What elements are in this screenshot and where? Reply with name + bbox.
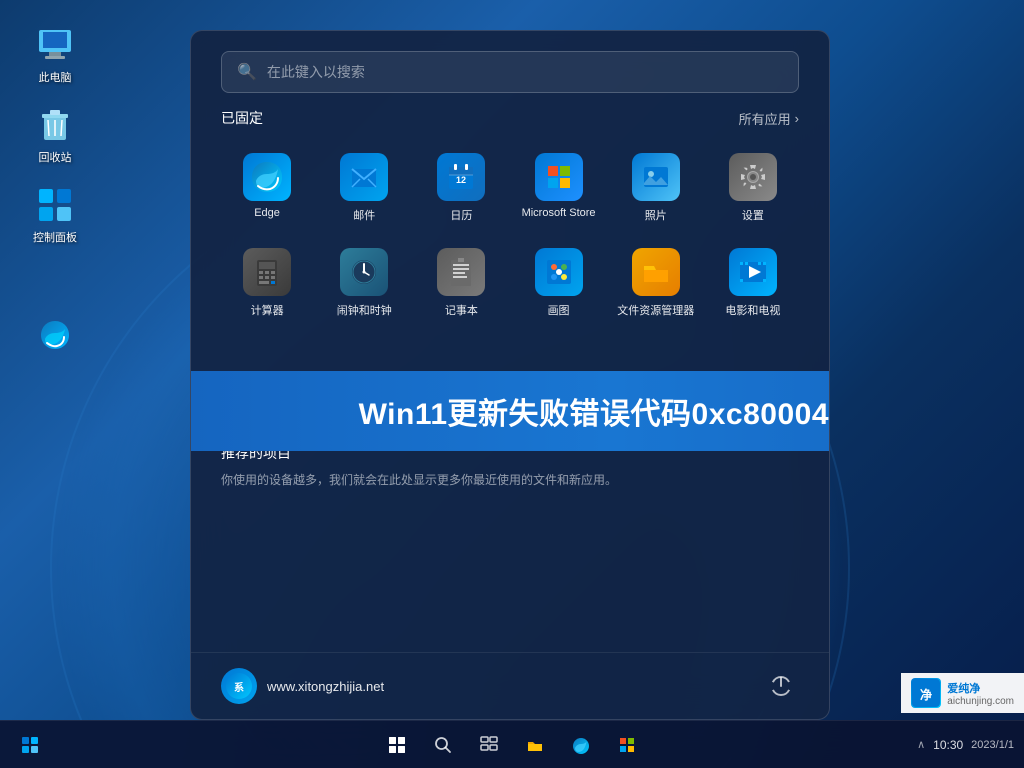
photos-app-label: 照片 bbox=[645, 207, 667, 223]
taskbar-left bbox=[10, 725, 50, 765]
pinned-app-movies[interactable]: 电影和电视 bbox=[707, 238, 799, 328]
store-app-label: Microsoft Store bbox=[522, 207, 596, 219]
search-bar[interactable]: 🔍 在此键入以搜索 bbox=[221, 51, 799, 93]
pinned-app-mail[interactable]: 邮件 bbox=[318, 143, 410, 233]
pinned-app-photos[interactable]: 照片 bbox=[610, 143, 702, 233]
watermark: 净 爱纯净 aichunjing.com bbox=[901, 673, 1024, 713]
settings-icon bbox=[729, 153, 777, 201]
task-view-button[interactable] bbox=[469, 725, 509, 765]
error-banner: Win11更新失败错误代码0xc8000402 bbox=[191, 371, 830, 451]
files-app-label: 文件资源管理器 bbox=[617, 302, 694, 318]
paint-icon bbox=[535, 248, 583, 296]
search-icon: 🔍 bbox=[237, 62, 257, 82]
pinned-app-store[interactable]: Microsoft Store bbox=[512, 143, 604, 233]
calendar-icon: 12 bbox=[437, 153, 485, 201]
taskbar-explorer-button[interactable] bbox=[515, 725, 555, 765]
movies-app-label: 电影和电视 bbox=[725, 302, 780, 318]
calculator-app-label: 计算器 bbox=[251, 302, 284, 318]
pinned-apps-grid: Edge 邮件 bbox=[221, 143, 799, 328]
edge-icon bbox=[243, 153, 291, 201]
store-icon bbox=[535, 153, 583, 201]
recycle-bin-label: 回收站 bbox=[39, 149, 72, 165]
desktop-icon-recycle-bin[interactable]: 回收站 bbox=[20, 100, 90, 170]
pinned-header: 已固定 所有应用 › bbox=[221, 108, 799, 128]
this-pc-icon bbox=[35, 25, 75, 65]
pinned-app-calendar[interactable]: 12 日历 bbox=[415, 143, 507, 233]
pinned-app-clock[interactable]: 闹钟和时钟 bbox=[318, 238, 410, 328]
start-button[interactable] bbox=[377, 725, 417, 765]
watermark-text: 爱纯净 aichunjing.com bbox=[947, 680, 1014, 707]
settings-app-label: 设置 bbox=[742, 207, 764, 223]
all-apps-chevron: › bbox=[795, 111, 799, 126]
photos-icon bbox=[632, 153, 680, 201]
watermark-brand: 爱纯净 bbox=[947, 680, 1014, 696]
desktop: 此电脑 回收站 控制面板 bbox=[0, 0, 1024, 768]
taskbar-store-button[interactable] bbox=[607, 725, 647, 765]
all-apps-label: 所有应用 bbox=[739, 109, 791, 128]
recommended-desc: 你使用的设备越多，我们就会在此处显示更多你最近使用的文件和新应用。 bbox=[221, 471, 799, 489]
edge-desktop-icon bbox=[35, 315, 75, 355]
taskbar: ∧ 10:30 2023/1/1 bbox=[0, 720, 1024, 768]
user-avatar: 系 bbox=[221, 668, 257, 704]
svg-text:12: 12 bbox=[456, 175, 466, 185]
user-profile[interactable]: 系 www.xitongzhijia.net bbox=[221, 668, 384, 704]
control-panel-icon bbox=[35, 185, 75, 225]
system-tray: ∧ bbox=[917, 738, 925, 751]
pinned-title: 已固定 bbox=[221, 108, 263, 128]
desktop-icon-edge[interactable] bbox=[20, 310, 90, 364]
taskbar-date: 2023/1/1 bbox=[971, 739, 1014, 751]
movies-icon bbox=[729, 248, 777, 296]
pinned-app-edge[interactable]: Edge bbox=[221, 143, 313, 233]
recycle-bin-icon bbox=[35, 105, 75, 145]
notepad-app-label: 记事本 bbox=[445, 302, 478, 318]
start-menu: 🔍 在此键入以搜索 已固定 所有应用 › bbox=[190, 30, 830, 720]
pinned-app-files[interactable]: 文件资源管理器 bbox=[610, 238, 702, 328]
taskbar-widget-btn[interactable] bbox=[10, 725, 50, 765]
taskbar-edge-button[interactable] bbox=[561, 725, 601, 765]
this-pc-label: 此电脑 bbox=[39, 69, 72, 85]
pinned-app-paint[interactable]: 画图 bbox=[512, 238, 604, 328]
calculator-icon bbox=[243, 248, 291, 296]
files-icon bbox=[632, 248, 680, 296]
paint-app-label: 画图 bbox=[548, 302, 570, 318]
all-apps-link[interactable]: 所有应用 › bbox=[739, 109, 799, 128]
pinned-app-calculator[interactable]: 计算器 bbox=[221, 238, 313, 328]
clock-icon bbox=[340, 248, 388, 296]
watermark-logo: 净 bbox=[911, 678, 941, 708]
svg-text:系: 系 bbox=[234, 681, 244, 694]
control-panel-label: 控制面板 bbox=[33, 229, 77, 245]
pinned-app-notepad[interactable]: 记事本 bbox=[415, 238, 507, 328]
taskbar-search-button[interactable] bbox=[423, 725, 463, 765]
pinned-app-settings[interactable]: 设置 bbox=[707, 143, 799, 233]
desktop-icon-control-panel[interactable]: 控制面板 bbox=[20, 180, 90, 250]
notepad-icon bbox=[437, 248, 485, 296]
pinned-section: 已固定 所有应用 › bbox=[191, 108, 829, 338]
edge-app-label: Edge bbox=[254, 207, 280, 219]
power-button[interactable] bbox=[763, 668, 799, 704]
mail-icon bbox=[340, 153, 388, 201]
clock-app-label: 闹钟和时钟 bbox=[337, 302, 392, 318]
taskbar-time: 10:30 bbox=[933, 738, 963, 752]
desktop-icon-area: 此电脑 回收站 控制面板 bbox=[20, 20, 90, 364]
banner-text: Win11更新失败错误代码0xc8000402 bbox=[359, 389, 830, 433]
mail-app-label: 邮件 bbox=[353, 207, 375, 223]
svg-text:净: 净 bbox=[920, 687, 932, 702]
taskbar-right: ∧ 10:30 2023/1/1 bbox=[917, 738, 1014, 752]
calendar-app-label: 日历 bbox=[450, 207, 472, 223]
taskbar-center bbox=[377, 725, 647, 765]
search-input[interactable]: 在此键入以搜索 bbox=[267, 62, 783, 82]
desktop-icon-this-pc[interactable]: 此电脑 bbox=[20, 20, 90, 90]
start-footer: 系 www.xitongzhijia.net bbox=[191, 652, 829, 719]
watermark-url: aichunjing.com bbox=[947, 696, 1014, 707]
user-name-label: www.xitongzhijia.net bbox=[267, 679, 384, 694]
